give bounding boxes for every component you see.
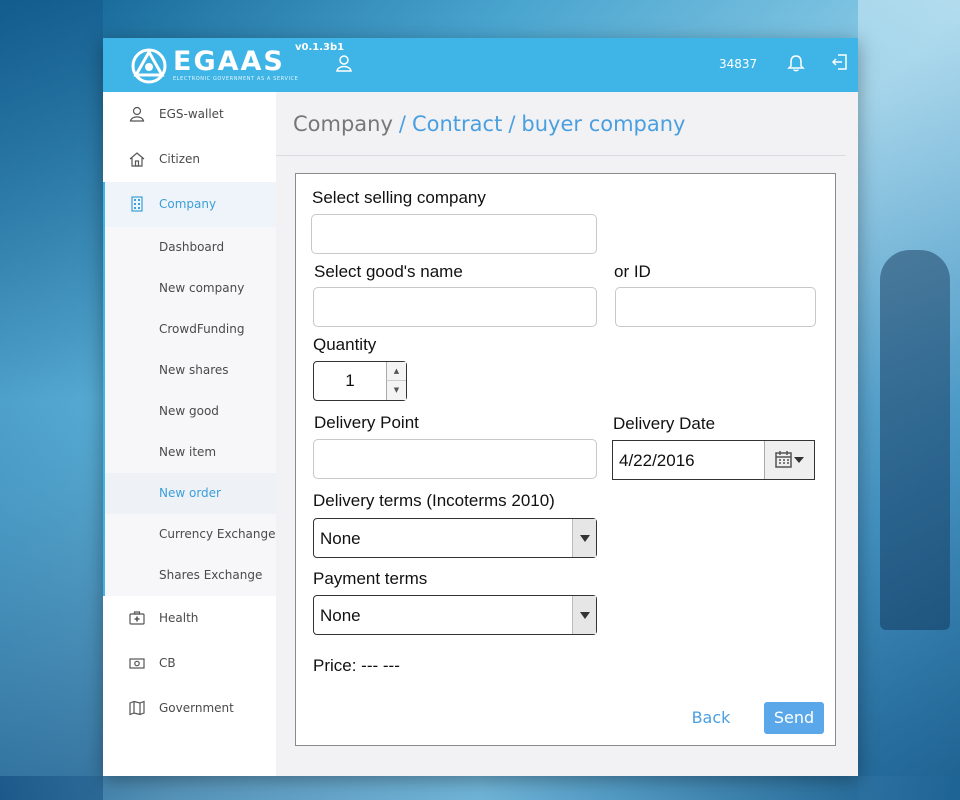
sidebar-subitem-new-shares[interactable]: New shares	[105, 350, 276, 391]
breadcrumb-company[interactable]: Company	[293, 112, 393, 136]
sidebar-subitem-label: New item	[159, 445, 217, 459]
company-section: Company Dashboard New company CrowdFundi…	[103, 182, 276, 596]
delivery-date-value[interactable]: 4/22/2016	[619, 451, 695, 471]
breadcrumb-separator: /	[398, 112, 406, 136]
sidebar-item-label: CB	[159, 656, 176, 670]
send-button[interactable]: Send	[764, 702, 824, 734]
logo-text: EGAAS	[173, 46, 285, 77]
chevron-down-icon[interactable]	[572, 596, 596, 634]
quantity-value[interactable]: 1	[314, 371, 386, 391]
home-icon	[129, 152, 145, 167]
delivery-point-input[interactable]	[313, 439, 597, 479]
sidebar-item-label: Government	[159, 701, 234, 715]
breadcrumb-separator: /	[508, 112, 516, 136]
top-bar: EGAAS ELECTRONIC GOVERNMENT AS A SERVICE…	[103, 38, 858, 92]
account-number: 34837	[719, 57, 758, 71]
sidebar-subitem-label: New order	[159, 486, 221, 500]
price-text: Price: --- ---	[313, 656, 400, 675]
delivery-terms-label: Delivery terms (Incoterms 2010)	[313, 491, 555, 510]
sidebar-subitem-currency-exchange[interactable]: Currency Exchange	[105, 514, 276, 555]
sidebar-item-egs-wallet[interactable]: EGS-wallet	[103, 92, 276, 137]
delivery-date-label: Delivery Date	[613, 414, 716, 433]
chevron-down-icon[interactable]	[572, 519, 596, 557]
money-icon	[129, 658, 145, 669]
sidebar-subitem-label: New shares	[159, 363, 229, 377]
sidebar-item-label: Citizen	[159, 152, 201, 166]
sidebar-subitem-shares-exchange[interactable]: Shares Exchange	[105, 555, 276, 596]
increment-button[interactable]: ▲	[386, 362, 406, 381]
sidebar-item-company[interactable]: Company	[105, 182, 276, 227]
delivery-terms-select[interactable]: None	[313, 518, 597, 558]
sidebar-item-citizen[interactable]: Citizen	[103, 137, 276, 182]
background-left	[0, 0, 103, 800]
back-button[interactable]: Back	[682, 702, 740, 734]
sidebar-item-cb[interactable]: CB	[103, 641, 276, 686]
payment-terms-select[interactable]: None	[313, 595, 597, 635]
delivery-terms-value[interactable]: None	[320, 529, 361, 549]
user-icon[interactable]	[336, 54, 352, 72]
logo[interactable]: EGAAS ELECTRONIC GOVERNMENT AS A SERVICE	[129, 46, 299, 86]
selling-company-label: Select selling company	[312, 188, 486, 207]
sidebar-subitem-dashboard[interactable]: Dashboard	[105, 227, 276, 268]
app-window: EGAAS ELECTRONIC GOVERNMENT AS A SERVICE…	[103, 38, 858, 776]
sidebar-subitem-label: Shares Exchange	[159, 568, 263, 582]
sidebar-subitem-label: CrowdFunding	[159, 322, 245, 336]
good-id-input[interactable]	[615, 287, 816, 327]
sidebar-subitem-label: Currency Exchange	[159, 527, 276, 541]
quantity-label: Quantity	[313, 335, 377, 354]
sidebar-subitem-new-company[interactable]: New company	[105, 268, 276, 309]
sidebar-subitem-label: Dashboard	[159, 240, 225, 254]
calendar-button[interactable]	[764, 441, 814, 479]
sidebar-item-government[interactable]: Government	[103, 686, 276, 731]
background-bottom	[0, 776, 960, 800]
map-icon	[129, 700, 145, 716]
sidebar-subitem-crowdfunding[interactable]: CrowdFunding	[105, 309, 276, 350]
sidebar-item-health[interactable]: Health	[103, 596, 276, 641]
sidebar-subitem-label: New company	[159, 281, 245, 295]
goods-name-input[interactable]	[313, 287, 597, 327]
sidebar-subitem-label: New good	[159, 404, 219, 418]
bell-icon[interactable]	[787, 54, 805, 72]
quantity-stepper[interactable]: 1 ▲ ▼	[313, 361, 407, 401]
building-icon	[131, 196, 143, 212]
calendar-icon	[775, 451, 804, 468]
delivery-point-label: Delivery Point	[314, 413, 419, 432]
sidebar-item-label: Company	[159, 197, 217, 211]
sidebar-item-label: Health	[159, 611, 199, 625]
breadcrumb-buyer-company: buyer company	[521, 112, 686, 136]
logout-icon[interactable]	[831, 53, 849, 71]
breadcrumb: Company / Contract / buyer company	[293, 112, 686, 136]
decrement-button[interactable]: ▼	[386, 381, 406, 400]
sidebar-subitem-new-good[interactable]: New good	[105, 391, 276, 432]
goods-name-label: Select good's name	[314, 262, 463, 281]
sidebar: EGS-wallet Citizen Company Dashboard New…	[103, 92, 276, 776]
or-id-label: or ID	[614, 262, 651, 281]
logo-subtitle: ELECTRONIC GOVERNMENT AS A SERVICE	[173, 76, 299, 82]
order-form: Select selling company Select good's nam…	[295, 173, 836, 746]
payment-terms-value[interactable]: None	[320, 606, 361, 626]
version-label: v0.1.3b1	[295, 42, 345, 53]
medkit-icon	[129, 611, 145, 625]
breadcrumb-divider	[276, 155, 846, 156]
background-figure	[880, 250, 950, 630]
payment-terms-label: Payment terms	[313, 569, 428, 588]
breadcrumb-contract[interactable]: Contract	[412, 112, 502, 136]
selling-company-input[interactable]	[311, 214, 597, 254]
logo-mark-icon	[131, 48, 167, 84]
sidebar-item-label: EGS-wallet	[159, 107, 224, 121]
delivery-date-input[interactable]: 4/22/2016	[612, 440, 815, 480]
sidebar-subitem-new-order[interactable]: New order	[105, 473, 276, 514]
user-icon	[129, 106, 145, 122]
sidebar-subitem-new-item[interactable]: New item	[105, 432, 276, 473]
